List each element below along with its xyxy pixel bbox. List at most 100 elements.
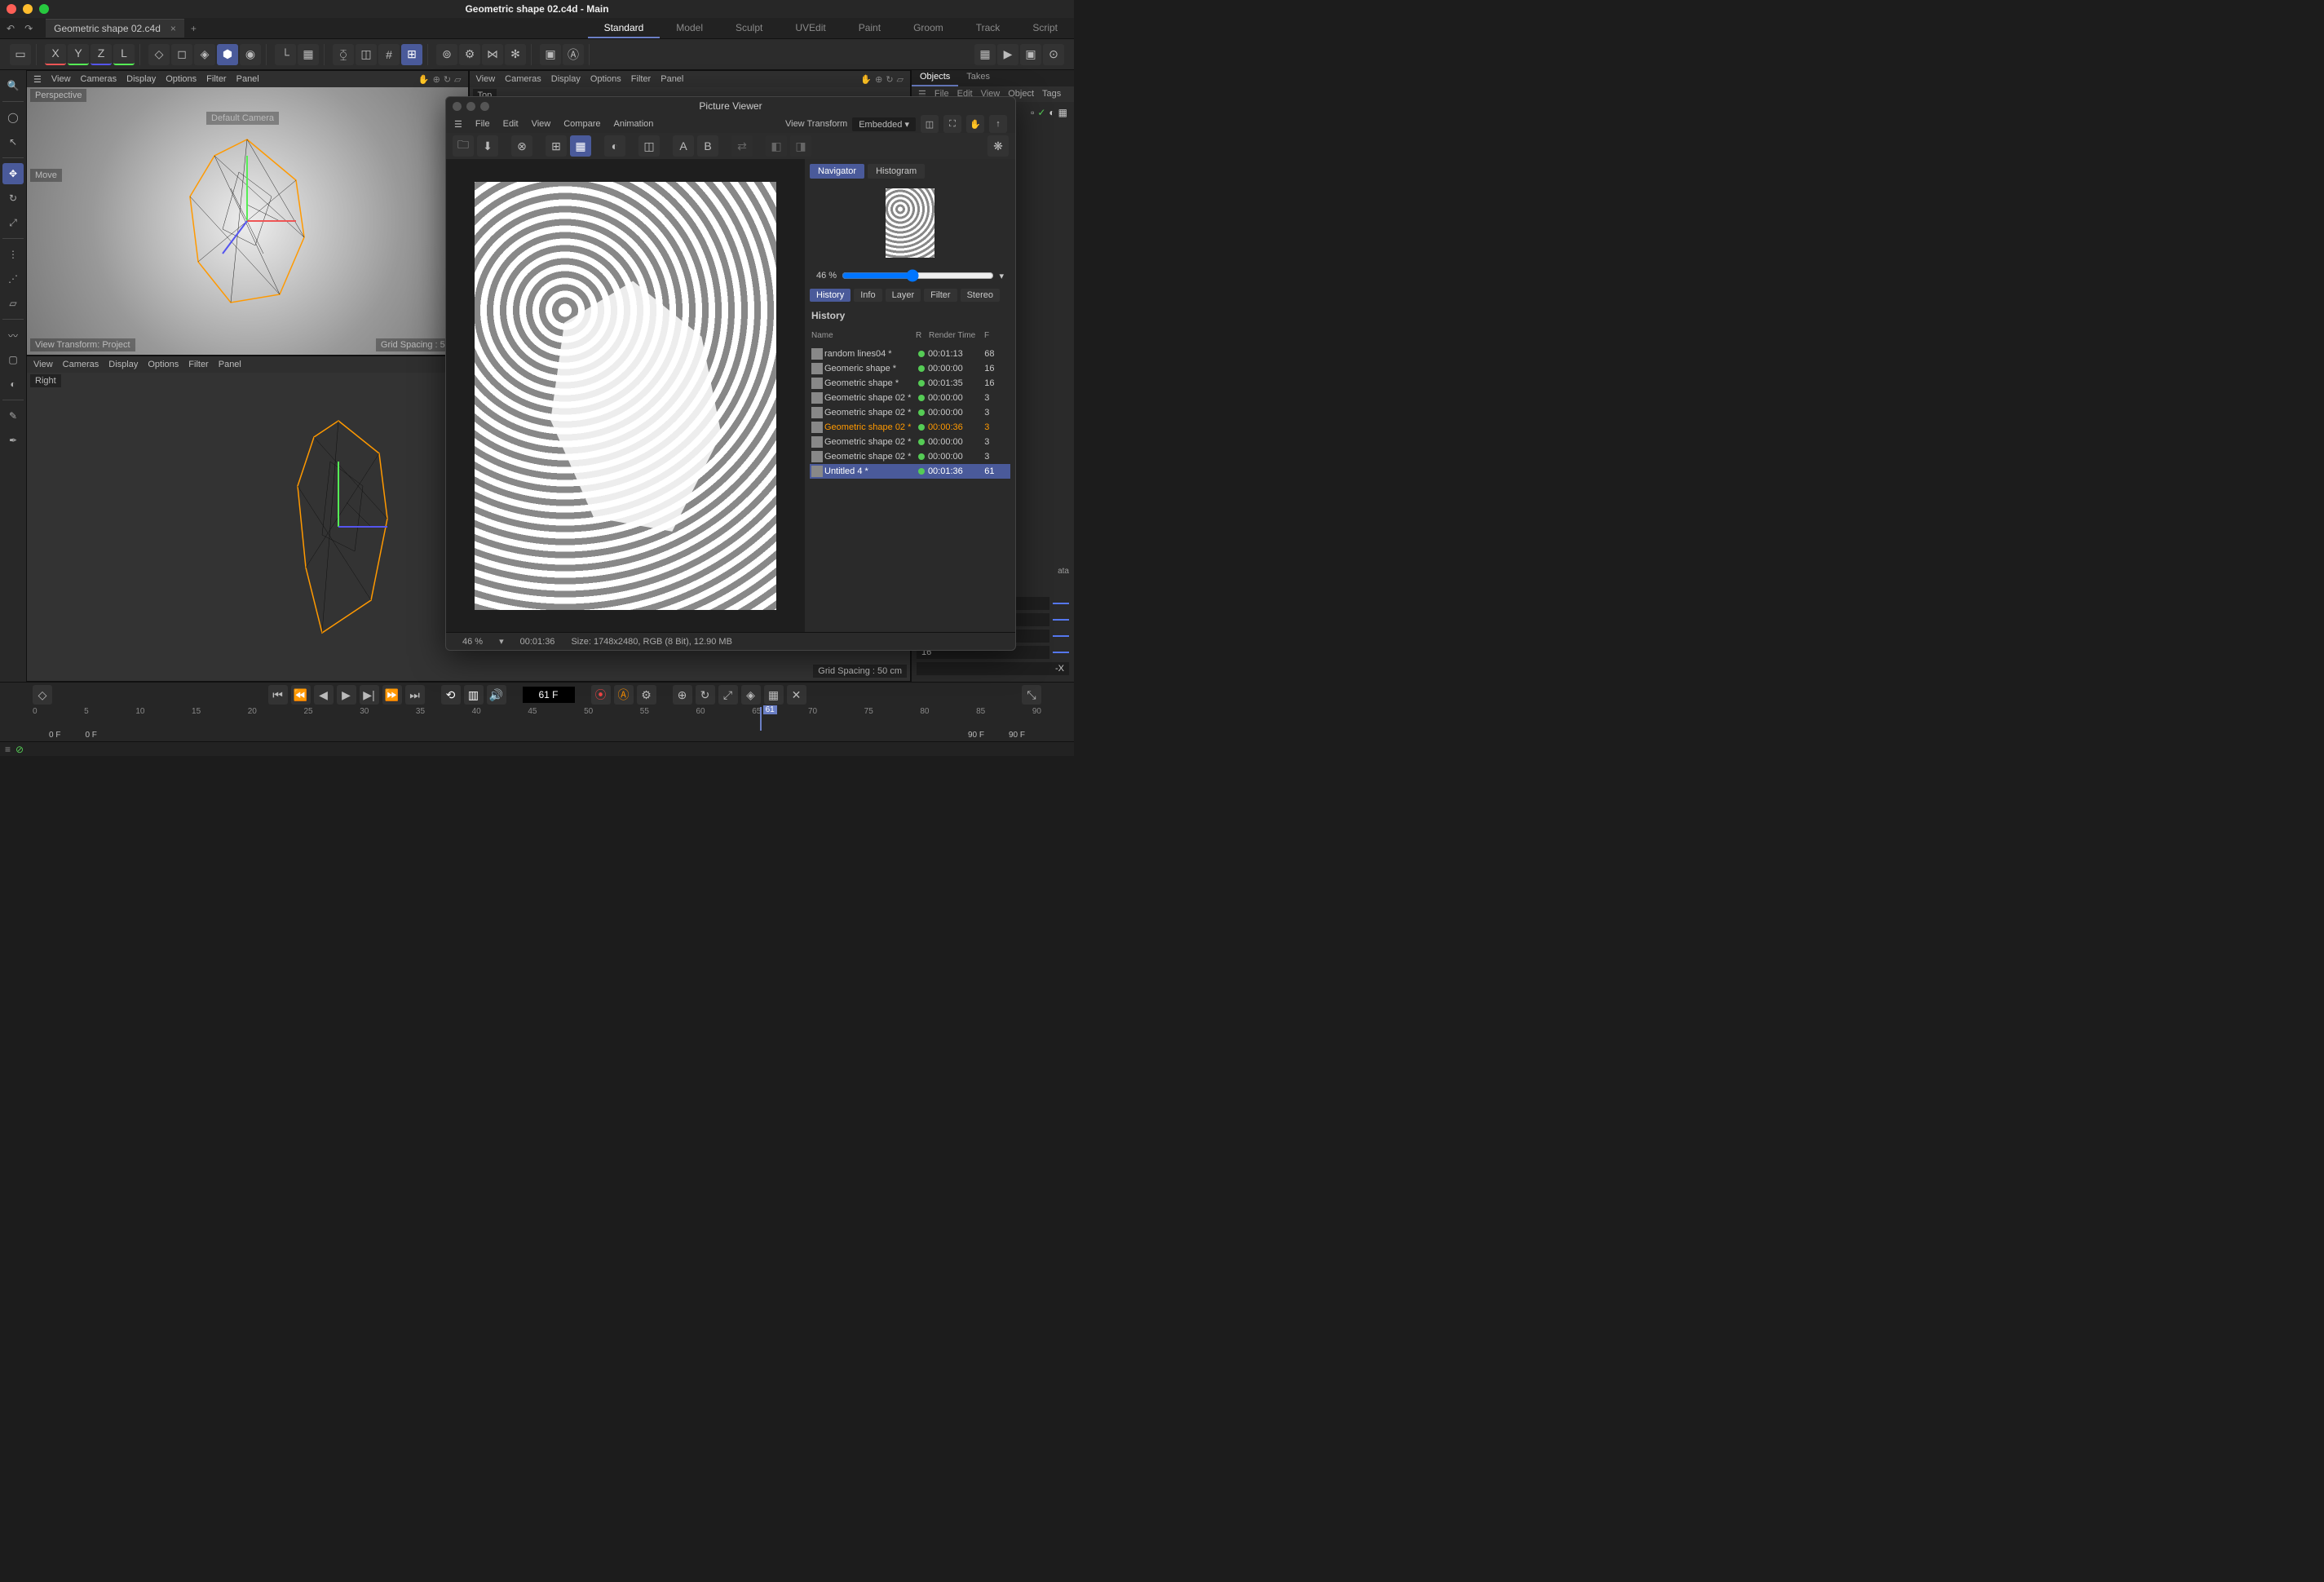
slider-handle[interactable] xyxy=(1053,635,1069,637)
pv-panel-icon[interactable]: ◫ xyxy=(921,115,939,133)
snap-auto-icon[interactable]: ⊞ xyxy=(401,44,422,65)
floor-icon[interactable]: └ xyxy=(275,44,296,65)
render-settings-cog-icon[interactable]: ⊚ xyxy=(436,44,457,65)
spline-tool[interactable]: 〰 xyxy=(2,325,24,346)
close-tab-button[interactable]: × xyxy=(170,23,176,34)
vp-menu-filter[interactable]: Filter xyxy=(188,360,208,369)
vp-menu-filter[interactable]: Filter xyxy=(631,74,651,84)
autokey-icon[interactable]: Ⓐ xyxy=(614,685,634,705)
filter-tab-info[interactable]: Info xyxy=(854,289,881,302)
snap-workplane-icon[interactable]: ◫ xyxy=(356,44,377,65)
layout-dropdown[interactable]: ▭ xyxy=(10,44,31,65)
new-tab-button[interactable]: + xyxy=(184,20,203,38)
brush-tool[interactable]: ✎ xyxy=(2,405,24,426)
pla-key-icon[interactable]: ▦ xyxy=(764,685,784,705)
range-end[interactable]: 90 F xyxy=(1009,731,1025,740)
prev-layout-icon[interactable]: ◧ xyxy=(766,135,787,157)
edges-mode[interactable]: ⋰ xyxy=(2,268,24,289)
vp-menu-panel[interactable]: Panel xyxy=(236,74,259,84)
redo-button[interactable]: ↷ xyxy=(21,21,36,36)
hamburger-icon[interactable]: ☰ xyxy=(33,74,42,85)
slider-handle[interactable] xyxy=(1053,619,1069,621)
slider-handle[interactable] xyxy=(1053,603,1069,604)
history-row[interactable]: Geometric shape 02 *00:00:363 xyxy=(810,420,1010,435)
vp-menu-cameras[interactable]: Cameras xyxy=(505,74,541,84)
file-tab[interactable]: Geometric shape 02.c4d × xyxy=(46,19,184,38)
orbit-icon[interactable]: ↻ xyxy=(886,74,893,85)
vp-menu-cameras[interactable]: Cameras xyxy=(81,74,117,84)
go-end-icon[interactable]: ⏭ xyxy=(405,685,425,705)
minimize-window-button[interactable] xyxy=(23,4,33,14)
history-row[interactable]: Untitled 4 *00:01:3661 xyxy=(810,464,1010,479)
pan-icon[interactable]: ✋ xyxy=(860,74,872,85)
pv-status-zoom[interactable]: 46 % xyxy=(462,637,483,647)
pv-maximize-button[interactable] xyxy=(480,102,489,111)
attr-orientation[interactable]: -X xyxy=(917,662,1069,675)
magnet-icon[interactable]: ⧲ xyxy=(333,44,354,65)
slider-handle[interactable] xyxy=(1053,652,1069,653)
primitive-null-icon[interactable]: ◇ xyxy=(148,44,170,65)
pv-menu-view[interactable]: View xyxy=(532,119,551,129)
close-window-button[interactable] xyxy=(7,4,16,14)
vp-menu-options[interactable]: Options xyxy=(166,74,197,84)
live-selection-tool[interactable]: ◯ xyxy=(2,107,24,128)
settings-icon[interactable]: ✻ xyxy=(505,44,526,65)
filter-tab-history[interactable]: History xyxy=(810,289,851,302)
history-row[interactable]: Geometric shape 02 *00:00:003 xyxy=(810,435,1010,449)
layout-tab-script[interactable]: Script xyxy=(1016,19,1074,38)
motion-key-icon[interactable]: ✕ xyxy=(787,685,806,705)
position-key-icon[interactable]: ⊕ xyxy=(673,685,692,705)
move-tool[interactable]: ✥ xyxy=(2,163,24,184)
playhead[interactable]: 61 xyxy=(760,707,762,731)
symmetry-icon[interactable]: ⋈ xyxy=(482,44,503,65)
picture-viewer-window[interactable]: Picture Viewer ☰ File Edit View Compare … xyxy=(445,96,1016,651)
layout-tab-track[interactable]: Track xyxy=(960,19,1017,38)
vp-menu-view[interactable]: View xyxy=(51,74,71,84)
search-icon[interactable]: 🔍 xyxy=(2,75,24,96)
maximize-icon[interactable]: ▱ xyxy=(897,74,904,85)
range-start[interactable]: 0 F xyxy=(49,731,60,740)
history-row[interactable]: Geometric shape 02 *00:00:003 xyxy=(810,449,1010,464)
history-row[interactable]: random lines04 *00:01:1368 xyxy=(810,347,1010,361)
vp-menu-view[interactable]: View xyxy=(476,74,496,84)
render-settings-icon[interactable]: ⊙ xyxy=(1043,44,1064,65)
panel-tab-objects[interactable]: Objects xyxy=(912,70,958,86)
scale-tool[interactable]: ⤢ xyxy=(2,212,24,233)
grid-icon[interactable]: ▦ xyxy=(298,44,319,65)
layout-tab-uvedit[interactable]: UVEdit xyxy=(779,19,842,38)
vp-menu-options[interactable]: Options xyxy=(148,360,179,369)
channels-icon[interactable]: ⊞ xyxy=(546,135,567,157)
pv-minimize-button[interactable] xyxy=(466,102,475,111)
axis-x-toggle[interactable]: X xyxy=(45,44,66,65)
timeline-ruler[interactable]: 0 5 10 15 20 25 30 35 40 45 50 55 60 65 … xyxy=(0,707,1074,731)
visibility-icon[interactable]: ✓ xyxy=(1037,107,1045,118)
zoom-icon[interactable]: ⊕ xyxy=(433,74,440,85)
object-mode[interactable]: ▢ xyxy=(2,349,24,370)
asset-library-icon[interactable]: Ⓐ xyxy=(563,44,584,65)
col-r[interactable]: R xyxy=(916,331,929,340)
zoom-dropdown-icon[interactable]: ▾ xyxy=(999,271,1004,281)
points-mode[interactable]: ⋮ xyxy=(2,244,24,265)
nav-tab-navigator[interactable]: Navigator xyxy=(810,164,864,179)
preview-start[interactable]: 0 F xyxy=(85,731,96,740)
undo-button[interactable]: ↶ xyxy=(3,21,18,36)
layout-tab-paint[interactable]: Paint xyxy=(842,19,897,38)
pv-titlebar[interactable]: Picture Viewer xyxy=(446,97,1015,115)
vp-menu-cameras[interactable]: Cameras xyxy=(63,360,99,369)
key-settings-icon[interactable]: ⚙ xyxy=(637,685,656,705)
asset-browser-icon[interactable]: ▣ xyxy=(540,44,561,65)
layout-tab-sculpt[interactable]: Sculpt xyxy=(719,19,779,38)
pv-canvas[interactable] xyxy=(446,159,805,632)
filter-tab-filter[interactable]: Filter xyxy=(924,289,957,302)
maximize-icon[interactable]: ▱ xyxy=(454,74,461,85)
history-row[interactable]: Geomeric shape *00:00:0016 xyxy=(810,361,1010,376)
filter-tab-stereo[interactable]: Stereo xyxy=(961,289,1000,302)
save-icon[interactable]: ⬇ xyxy=(477,135,498,157)
zoom-icon[interactable]: ⊕ xyxy=(875,74,882,85)
compare-icon[interactable]: ◫ xyxy=(638,135,660,157)
vp-menu-display[interactable]: Display xyxy=(126,74,156,84)
pv-menu-compare[interactable]: Compare xyxy=(563,119,600,129)
expand-timeline-icon[interactable]: ⤡ xyxy=(1022,685,1041,705)
zoom-value[interactable]: 46 % xyxy=(816,271,837,281)
col-f[interactable]: F xyxy=(984,331,1009,340)
